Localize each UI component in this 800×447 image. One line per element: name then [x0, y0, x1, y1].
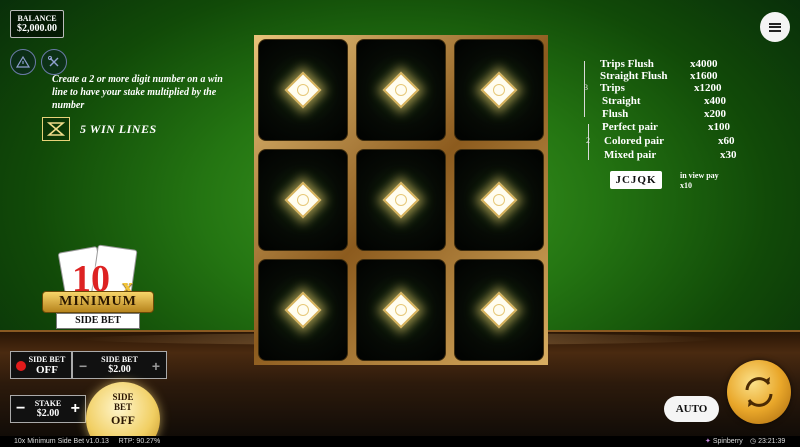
card-grid-board	[254, 35, 548, 365]
side-bet-toggle[interactable]: SIDE BET OFF	[10, 351, 72, 379]
paytable-row: Straight x400	[584, 95, 749, 107]
paytable-hand-name: Straight	[602, 95, 641, 107]
footer-game-info: 10x Minimum Side Bet v1.0.13 RTP: 90.27%	[14, 436, 160, 447]
card-slot	[258, 39, 348, 141]
paytable-multiplier: x200	[704, 108, 726, 120]
card-back-emblem-icon	[480, 71, 518, 109]
paytable-row: Trips x1200	[584, 82, 749, 94]
logo-subtitle: SIDE BET	[56, 313, 140, 329]
win-lines-indicator: 5 WIN LINES	[42, 117, 157, 141]
stake-decrease-button[interactable]: −	[16, 400, 25, 418]
paytable-hand-name: Perfect pair	[602, 121, 658, 133]
card-back-emblem-icon	[480, 291, 518, 329]
win-lines-text: 5 WIN LINES	[80, 121, 157, 136]
footer-brand: ✦ Spinberry	[705, 436, 743, 447]
card-slot	[454, 149, 544, 251]
card-grid	[258, 39, 544, 361]
side-bet-button-label: SIDE BET	[112, 392, 134, 412]
paytable-multiplier: x1600	[690, 70, 718, 82]
stake-increase-button[interactable]: +	[71, 400, 80, 418]
card-slot	[356, 149, 446, 251]
side-bet-toggle-label: SIDE BET	[28, 355, 66, 364]
paytable-hand-name: Colored pair	[604, 135, 664, 147]
clock-time: 23:21:39	[758, 438, 786, 445]
paytable-multiplier: x4000	[690, 58, 718, 70]
card-back-emblem-icon	[284, 291, 322, 329]
tools-icon	[47, 55, 59, 67]
card-back-emblem-icon	[382, 291, 420, 329]
balance-box: BALANCE $2,000.00	[10, 10, 64, 38]
brand-name: Spinberry	[712, 438, 743, 445]
sound-settings-button[interactable]	[41, 49, 67, 75]
card-slot	[454, 259, 544, 361]
hamburger-icon	[769, 22, 781, 32]
balance-label: BALANCE	[17, 14, 57, 23]
paytable-hand-name: Flush	[602, 108, 629, 120]
paytable-row: Straight Flush x1600	[584, 70, 749, 82]
brand-icon: ✦	[705, 438, 711, 445]
logo-title: MINIMUM	[42, 291, 154, 313]
footer-time: ◷ 23:21:39	[750, 436, 785, 447]
card-slot	[356, 259, 446, 361]
in-view-pay: in view pay x10	[680, 171, 719, 191]
game-version: 10x Minimum Side Bet v1.0.13	[14, 438, 109, 445]
clock-icon: ◷	[750, 438, 757, 445]
side-bet-button-state: OFF	[111, 413, 135, 427]
card-back-emblem-icon	[382, 71, 420, 109]
card-slot	[454, 39, 544, 141]
side-bet-increase-button[interactable]: +	[152, 358, 160, 374]
menu-button[interactable]	[760, 12, 790, 42]
paytable-hand-name: Trips Flush	[600, 58, 654, 70]
paytable-row: Perfect pair x100	[584, 121, 749, 133]
cards-in-view-icon: JCJQK	[610, 171, 662, 189]
paytable-row: Colored pair x60	[584, 135, 749, 147]
game-logo: 10 x MINIMUM SIDE BET	[38, 243, 158, 335]
in-view-pay-line1: in view pay	[680, 171, 719, 180]
side-bet-amount: − SIDE BET $2.00 +	[72, 351, 167, 379]
win-lines-icon	[42, 117, 70, 141]
paytable-row: Flush x200	[584, 108, 749, 120]
spin-button[interactable]	[727, 360, 791, 424]
stake-control: − STAKE $2.00 +	[10, 395, 86, 423]
balance-value: $2,000.00	[17, 23, 57, 34]
paytable-multiplier: x30	[720, 149, 737, 161]
side-bet-decrease-button[interactable]: −	[79, 358, 87, 374]
side-bet-toggle-state: OFF	[36, 364, 58, 376]
triangle-warning-icon	[16, 55, 30, 68]
paytable-multiplier: x100	[708, 121, 730, 133]
footer-bar: 10x Minimum Side Bet v1.0.13 RTP: 90.27%…	[0, 436, 800, 447]
paytable-row: Mixed pair x30	[584, 149, 749, 161]
auto-button[interactable]: AUTO	[664, 396, 719, 422]
paytable-hand-name: Mixed pair	[604, 149, 657, 161]
refresh-icon	[745, 377, 773, 407]
card-slot	[258, 259, 348, 361]
card-slot	[356, 39, 446, 141]
paytable-multiplier: x1200	[694, 82, 722, 94]
paytable-hand-name: Trips	[600, 82, 625, 94]
paytable-hand-name: Straight Flush	[600, 70, 668, 82]
paytable-multiplier: x400	[704, 95, 726, 107]
rules-button[interactable]	[10, 49, 36, 75]
card-slot	[258, 149, 348, 251]
in-view-pay-line2: x10	[680, 181, 692, 190]
paytable-row: Trips Flush x4000	[584, 58, 749, 70]
card-back-emblem-icon	[382, 181, 420, 219]
card-back-emblem-icon	[284, 71, 322, 109]
paytable-multiplier: x60	[718, 135, 735, 147]
card-back-emblem-icon	[480, 181, 518, 219]
card-back-emblem-icon	[284, 181, 322, 219]
rtp-value: RTP: 90.27%	[118, 438, 161, 445]
side-bet-status-dot	[16, 361, 26, 371]
game-instructions: Create a 2 or more digit number on a win…	[52, 74, 223, 111]
